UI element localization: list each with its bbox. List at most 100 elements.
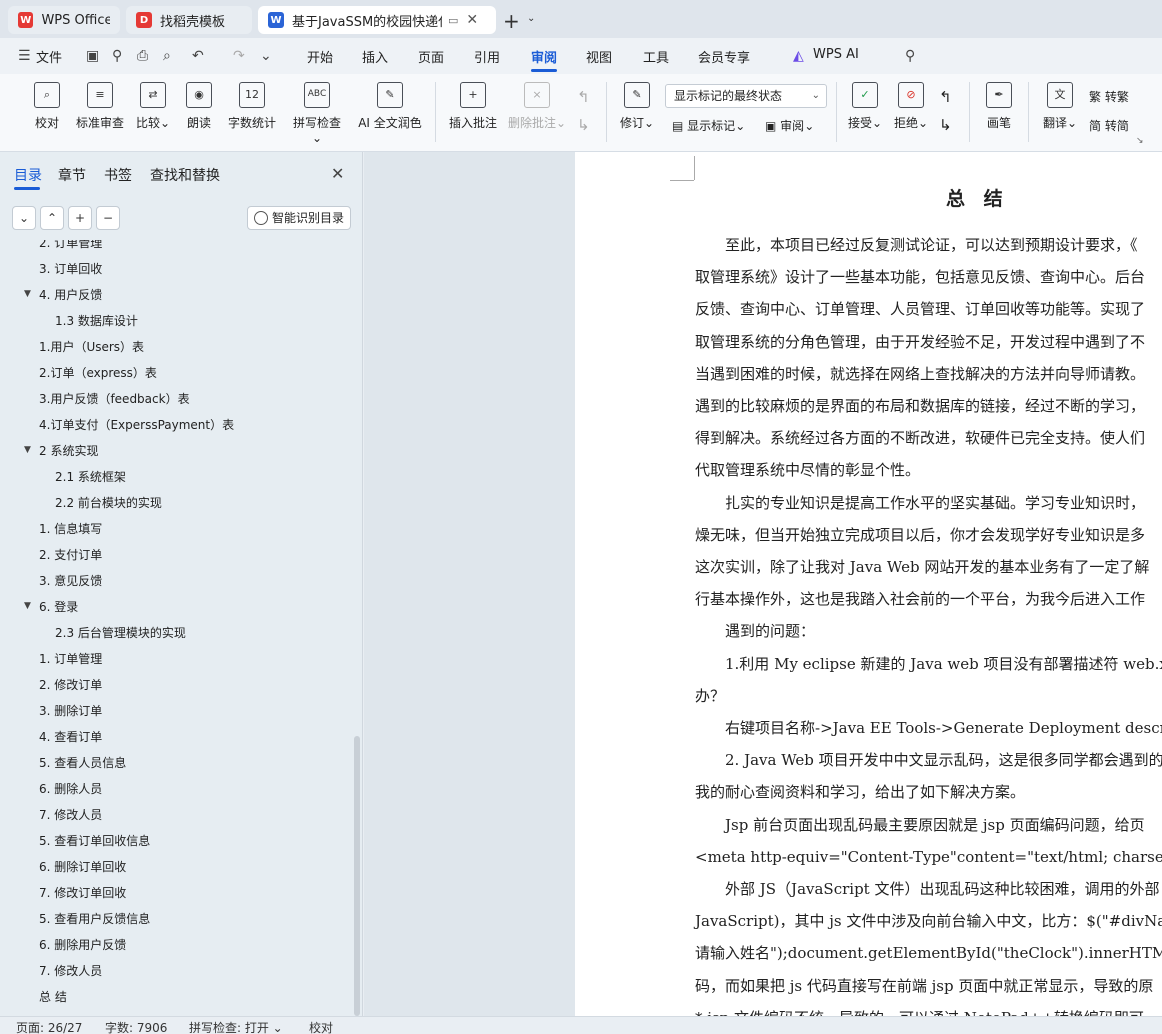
- menu-insert[interactable]: 插入: [362, 47, 388, 66]
- tab-bookmarks[interactable]: 书签: [104, 165, 132, 185]
- expand-arrow-icon[interactable]: ▼: [24, 601, 31, 611]
- toc-scrollbar[interactable]: [354, 736, 360, 1016]
- undo-icon[interactable]: ↶: [192, 48, 204, 64]
- print-icon[interactable]: ⎙: [137, 48, 148, 64]
- spell-check-button[interactable]: ABC 拼写检查⌄: [288, 82, 346, 145]
- toc-item[interactable]: 6. 登录: [39, 598, 78, 618]
- tab-docer-templates[interactable]: D 找稻壳模板: [126, 6, 252, 34]
- page-indicator[interactable]: 页面: 26/27: [16, 1019, 82, 1034]
- proofread-status[interactable]: 校对: [309, 1019, 333, 1034]
- tab-sections[interactable]: 章节: [58, 165, 86, 185]
- toc-item[interactable]: 2.订单（express）表: [39, 364, 157, 384]
- toc-item[interactable]: 5. 查看人员信息: [39, 754, 126, 774]
- new-tab-icon[interactable]: +: [503, 9, 520, 33]
- more-chevron-icon[interactable]: ⌄: [260, 48, 272, 64]
- link-icon[interactable]: ⚲: [112, 48, 122, 64]
- review-pane-button[interactable]: ▣ 审阅⌄: [765, 117, 814, 134]
- ai-polish-button[interactable]: ✎ AI 全文润色: [357, 82, 423, 131]
- toc-item[interactable]: 5. 查看用户反馈信息: [39, 910, 150, 930]
- delete-comment-button[interactable]: × 删除批注⌄: [507, 82, 567, 131]
- toc-item[interactable]: 7. 修改订单回收: [39, 884, 126, 904]
- to-simplified-button[interactable]: 简 转简: [1089, 117, 1129, 134]
- menu-home[interactable]: 开始: [307, 47, 333, 66]
- toc-item[interactable]: 4. 查看订单: [39, 728, 102, 748]
- close-icon[interactable]: ✕: [331, 164, 344, 183]
- reject-button[interactable]: ⊘ 拒绝⌄: [893, 82, 929, 131]
- page-corner-mark: [670, 180, 694, 181]
- menu-page[interactable]: 页面: [418, 47, 444, 66]
- toc-item[interactable]: 1. 订单管理: [39, 650, 102, 670]
- to-traditional-button[interactable]: 繁 转繁: [1089, 88, 1129, 105]
- chevron-up-icon[interactable]: ⌃: [40, 206, 64, 230]
- next-change-icon[interactable]: ↳: [939, 116, 952, 134]
- toc-item[interactable]: 6. 删除用户反馈: [39, 936, 126, 956]
- menu-tools[interactable]: 工具: [643, 47, 669, 66]
- previous-change-icon[interactable]: ↰: [939, 88, 952, 106]
- toc-item[interactable]: 2.1 系统框架: [55, 468, 126, 488]
- proofread-button[interactable]: ⌕ 校对: [34, 82, 60, 131]
- markup-display-select[interactable]: 显示标记的最终状态 ⌄: [665, 84, 827, 108]
- toc-item[interactable]: 总 结: [39, 988, 67, 1008]
- word-count-status[interactable]: 字数: 7906: [105, 1019, 167, 1034]
- menu-file[interactable]: 文件: [36, 47, 62, 66]
- smart-toc-button[interactable]: 智能识别目录: [247, 206, 351, 230]
- word-count-button[interactable]: 12 字数统计: [226, 82, 278, 131]
- toc-item[interactable]: 2.3 后台管理模块的实现: [55, 624, 186, 644]
- toc-item[interactable]: 3. 意见反馈: [39, 572, 102, 592]
- menu-wps-ai[interactable]: WPS AI: [813, 47, 859, 62]
- expand-arrow-icon[interactable]: ▼: [24, 445, 31, 455]
- toc-item[interactable]: 2.2 前台模块的实现: [55, 494, 162, 514]
- ink-button[interactable]: ✒ 画笔: [985, 82, 1013, 131]
- expand-arrow-icon[interactable]: ▼: [24, 289, 31, 299]
- toc-item[interactable]: 2 系统实现: [39, 442, 98, 462]
- toc-item[interactable]: 3. 删除订单: [39, 702, 102, 722]
- toc-item[interactable]: 7. 修改人员: [39, 806, 102, 826]
- search-icon[interactable]: ⚲: [905, 48, 915, 64]
- document-page[interactable]: 总 结 至此，本项目已经过反复测试论证，可以达到预期设计要求，《 取管理系统》设计…: [575, 152, 1162, 1016]
- spell-check-status[interactable]: 拼写检查: 打开 ⌄: [189, 1019, 283, 1034]
- toc-item[interactable]: 2. 订单管理: [39, 240, 102, 254]
- translate-button[interactable]: 文 翻译⌄: [1041, 82, 1079, 131]
- tab-current-document[interactable]: W 基于JavaSSM的校园快递代 ▭ ✕: [258, 6, 496, 34]
- show-markup-button[interactable]: ▤ 显示标记⌄: [672, 117, 745, 134]
- redo-icon[interactable]: ↷: [233, 48, 245, 64]
- toc-item[interactable]: 4. 用户反馈: [39, 286, 102, 306]
- toc-item[interactable]: 6. 删除订单回收: [39, 858, 126, 878]
- track-changes-button[interactable]: ✎ 修订⌄: [618, 82, 656, 131]
- menu-member[interactable]: 会员专享: [698, 47, 750, 66]
- insert-comment-button[interactable]: + 插入批注: [447, 82, 499, 131]
- print-preview-icon[interactable]: ⌕: [163, 48, 171, 64]
- close-tab-icon[interactable]: ✕: [466, 12, 478, 28]
- toc-item[interactable]: 5. 查看订单回收信息: [39, 832, 150, 852]
- monitor-icon[interactable]: ▭: [448, 14, 458, 27]
- hamburger-icon[interactable]: ☰: [18, 48, 31, 64]
- previous-comment-icon[interactable]: ↰: [577, 88, 590, 106]
- add-heading-icon[interactable]: +: [68, 206, 92, 230]
- next-comment-icon[interactable]: ↳: [577, 116, 590, 134]
- toc-item[interactable]: 2. 修改订单: [39, 676, 102, 696]
- accept-button[interactable]: ✓ 接受⌄: [847, 82, 883, 131]
- menu-view[interactable]: 视图: [586, 47, 612, 66]
- toc-item[interactable]: 4.订单支付（ExperssPayment）表: [39, 416, 234, 436]
- standard-review-button[interactable]: ≡ 标准审查: [74, 82, 126, 131]
- menu-reference[interactable]: 引用: [474, 47, 500, 66]
- toc-item[interactable]: 1. 信息填写: [39, 520, 102, 540]
- tab-find-replace[interactable]: 查找和替换: [150, 165, 220, 185]
- chevron-down-icon[interactable]: ⌄: [527, 13, 535, 24]
- menu-review[interactable]: 审阅: [531, 47, 557, 66]
- toc-item[interactable]: 3. 订单回收: [39, 260, 102, 280]
- toc-item[interactable]: 1.3 数据库设计: [55, 312, 138, 332]
- ribbon-expand-icon[interactable]: ↘: [1136, 136, 1144, 146]
- toc-item[interactable]: 1.用户（Users）表: [39, 338, 144, 358]
- collapse-chevron-down-icon[interactable]: ⌄: [12, 206, 36, 230]
- remove-heading-icon[interactable]: −: [96, 206, 120, 230]
- toc-item[interactable]: 3.用户反馈（feedback）表: [39, 390, 190, 410]
- tab-wps-office[interactable]: W WPS Office: [8, 6, 120, 34]
- toc-item[interactable]: 7. 修改人员: [39, 962, 102, 982]
- toc-item[interactable]: 2. 支付订单: [39, 546, 102, 566]
- read-aloud-button[interactable]: ◉ 朗读: [186, 82, 212, 131]
- toc-item[interactable]: 6. 删除人员: [39, 780, 102, 800]
- compare-button[interactable]: ⇄ 比较⌄: [134, 82, 172, 131]
- tab-toc[interactable]: 目录: [14, 165, 42, 185]
- save-icon[interactable]: ▣: [86, 48, 99, 64]
